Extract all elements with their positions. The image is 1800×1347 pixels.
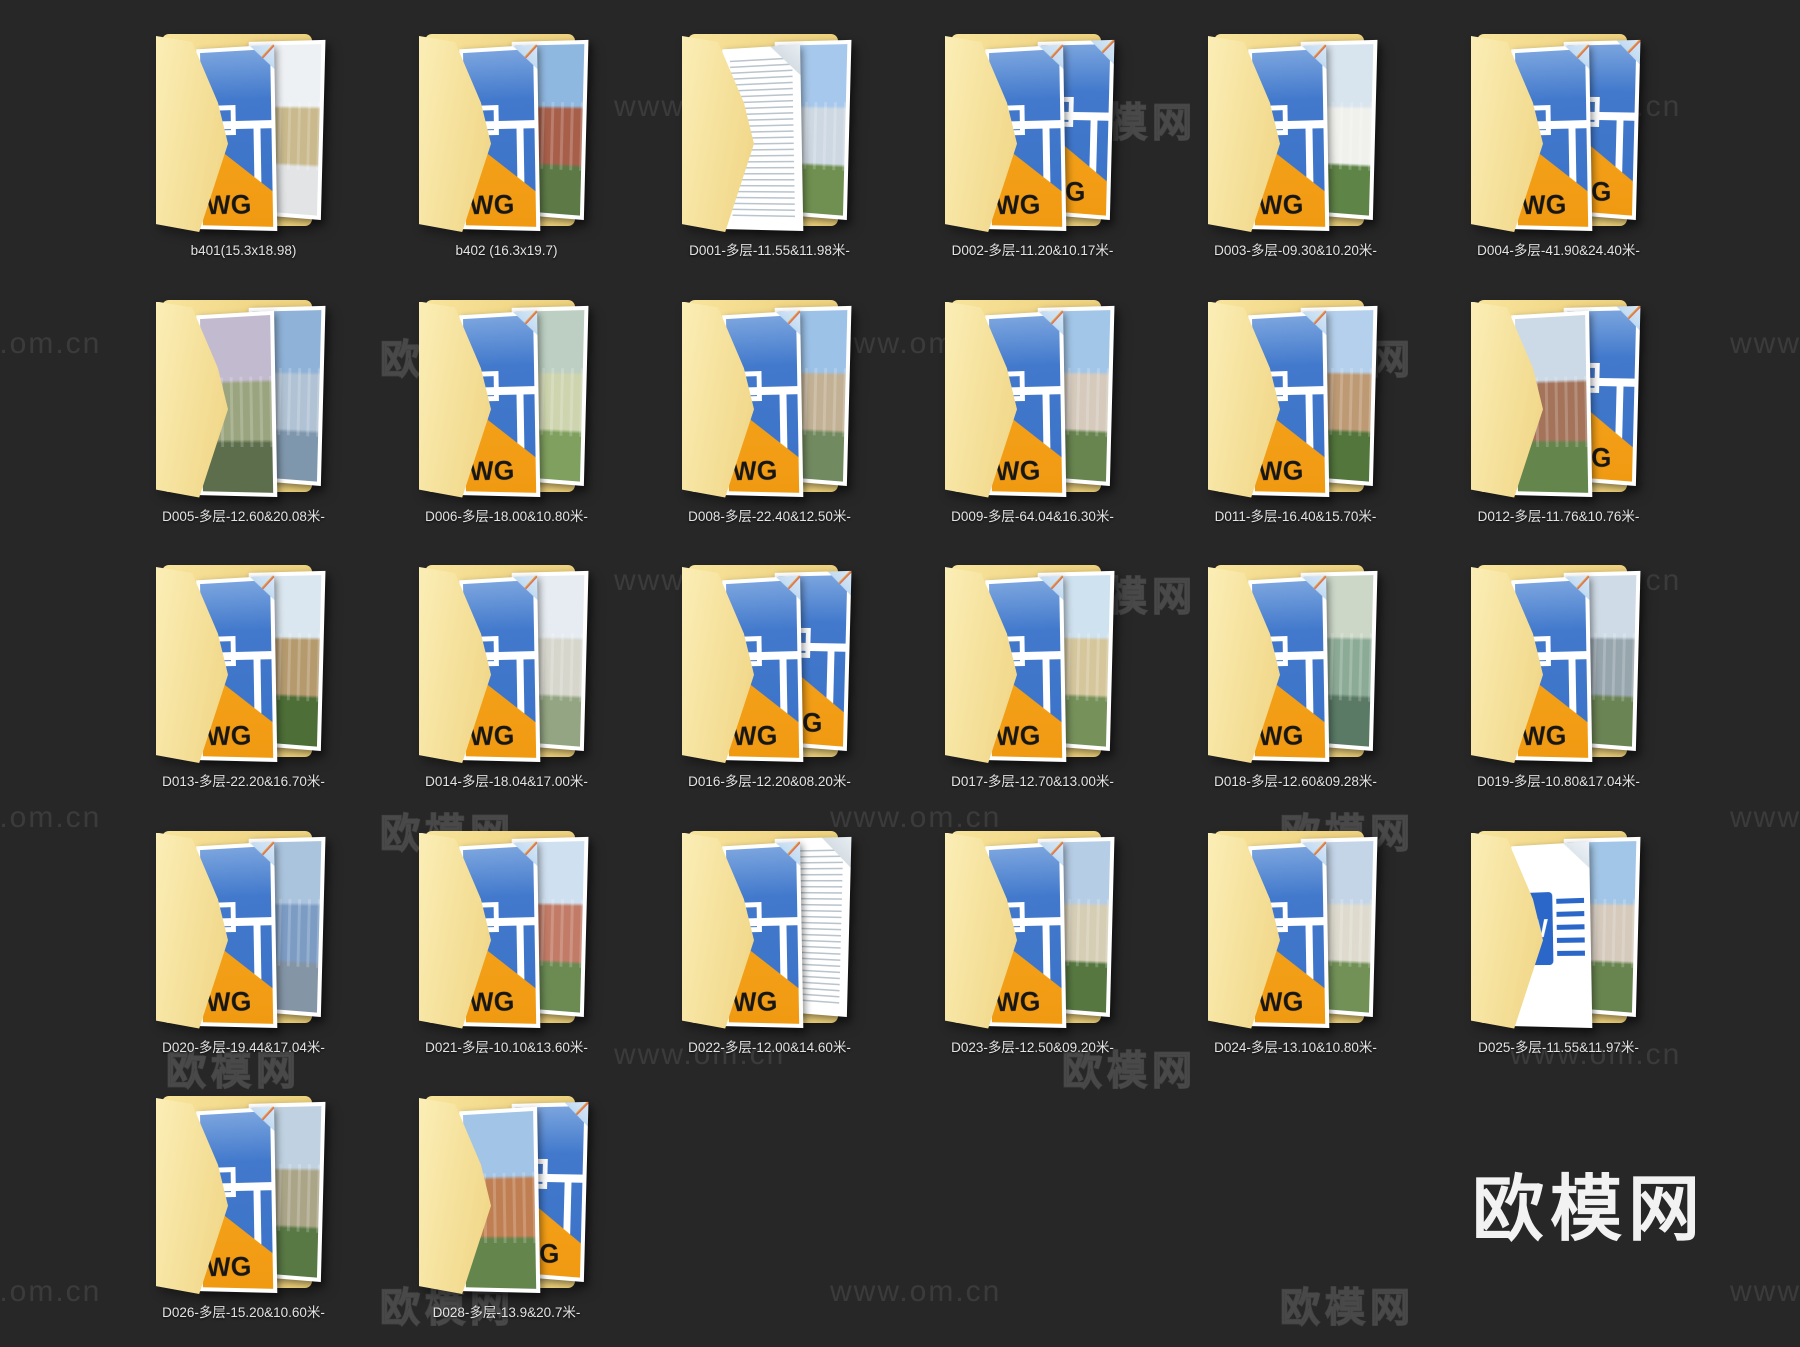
folder-icon[interactable]: WG W WG [419, 1090, 594, 1298]
folder-item-D004[interactable]: WG W WG [1427, 28, 1690, 259]
folder-item-D021[interactable]: WG W WG [375, 825, 638, 1056]
folder-icon[interactable]: WG W WG [1208, 825, 1383, 1033]
folder-item-D028[interactable]: WG W WG [375, 1090, 638, 1321]
folder-label: D011-多层-16.40&15.70米- [1214, 508, 1377, 524]
folder-icon[interactable]: WG W WG [1471, 294, 1646, 502]
folder-icon[interactable]: WG W WG [156, 559, 331, 767]
folder-item-D013[interactable]: WG W WG [112, 559, 375, 790]
folder-label: D009-多层-64.04&16.30米- [951, 508, 1114, 524]
folder-item-D023[interactable]: WG W WG [901, 825, 1164, 1056]
folder-label: D004-多层-41.90&24.40米- [1477, 243, 1640, 258]
folder-icon[interactable]: WG W WG [682, 28, 857, 236]
folder-item-D009[interactable]: WG W WG [901, 294, 1164, 525]
folder-item-D003[interactable]: WG W WG [1164, 28, 1427, 259]
folder-icon[interactable]: WG W WG [156, 28, 331, 236]
folder-label: D006-多层-18.00&10.80米- [425, 508, 588, 524]
folder-item-D011[interactable]: WG W WG [1164, 294, 1427, 525]
folder-label: D013-多层-22.20&16.70米- [162, 774, 325, 789]
folder-label: D023-多层-12.50&09.20米- [951, 1039, 1114, 1055]
folder-icon[interactable]: WG W WG [682, 559, 857, 767]
folder-item-D001[interactable]: WG W WG [638, 28, 901, 259]
folder-icon[interactable]: WG W WG [156, 1090, 331, 1298]
folder-icon[interactable]: WG W WG [945, 825, 1120, 1033]
folder-item-D025[interactable]: WG W WG [1427, 825, 1690, 1056]
folder-item-D002[interactable]: WG W WG [901, 28, 1164, 259]
folder-item-D019[interactable]: WG W WG [1427, 559, 1690, 790]
folder-label: D018-多层-12.60&09.28米- [1214, 774, 1377, 789]
folder-icon[interactable]: WG W WG [945, 294, 1120, 502]
folder-label: D017-多层-12.70&13.00米- [951, 774, 1114, 789]
folder-icon[interactable]: WG W WG [1208, 28, 1383, 236]
folder-label: D012-多层-11.76&10.76米- [1477, 508, 1640, 524]
folder-icon[interactable]: WG W WG [419, 28, 594, 236]
folder-icon[interactable]: WG W WG [419, 825, 594, 1033]
folder-item-D026[interactable]: WG W WG [112, 1090, 375, 1321]
folder-label: D001-多层-11.55&11.98米- [689, 243, 850, 258]
folder-label: D014-多层-18.04&17.00米- [425, 774, 588, 789]
folder-label: D025-多层-11.55&11.97米- [1478, 1039, 1639, 1055]
folder-icon[interactable]: WG W WG [1208, 559, 1383, 767]
folder-item-D005[interactable]: WG W WG [112, 294, 375, 525]
folder-item-b401[interactable]: WG W WG [112, 28, 375, 259]
folder-label: D019-多层-10.80&17.04米- [1477, 774, 1640, 789]
folder-item-D006[interactable]: WG W WG [375, 294, 638, 525]
folder-label: D020-多层-19.44&17.04米- [162, 1039, 325, 1055]
folder-label: D026-多层-15.20&10.60米- [162, 1305, 325, 1320]
folder-item-D022[interactable]: WG W WG [638, 825, 901, 1056]
site-logo: 欧模网 [1472, 1170, 1707, 1250]
folder-item-D008[interactable]: WG W WG [638, 294, 901, 525]
folder-icon[interactable]: WG W WG [156, 294, 331, 502]
folder-item-D016[interactable]: WG W WG [638, 559, 901, 790]
folder-item-D014[interactable]: WG W WG [375, 559, 638, 790]
folder-icon[interactable]: WG W WG [945, 28, 1120, 236]
folder-label: D016-多层-12.20&08.20米- [688, 774, 851, 789]
folder-label: D021-多层-10.10&13.60米- [425, 1039, 588, 1055]
folder-item-D020[interactable]: WG W WG [112, 825, 375, 1056]
folder-label: D028-多层-13.9&20.7米- [432, 1305, 581, 1320]
folder-label: b402 (16.3x19.7) [455, 243, 558, 258]
folder-icon[interactable]: WG W WG [1471, 28, 1646, 236]
folder-item-b402[interactable]: WG W WG [375, 28, 638, 259]
folder-icon[interactable]: WG W WG [945, 559, 1120, 767]
folder-icon[interactable]: WG W WG [682, 825, 857, 1033]
folder-icon[interactable]: WG W WG [682, 294, 857, 502]
folder-item-D024[interactable]: WG W WG [1164, 825, 1427, 1056]
folder-grid: WG W WG [0, 0, 1800, 1347]
folder-icon[interactable]: WG W WG [156, 825, 331, 1033]
folder-item-D018[interactable]: WG W WG [1164, 559, 1427, 790]
folder-icon[interactable]: WG W WG [419, 559, 594, 767]
file-explorer-view: 欧模网www.om.cn欧模网www.om.cnwww.om.cn欧模网www.… [0, 0, 1800, 1347]
folder-label: D022-多层-12.00&14.60米- [688, 1039, 851, 1055]
folder-item-D012[interactable]: WG W WG [1427, 294, 1690, 525]
folder-label: D008-多层-22.40&12.50米- [688, 508, 851, 524]
folder-label: b401(15.3x18.98) [190, 243, 297, 258]
folder-icon[interactable]: WG W WG [1208, 294, 1383, 502]
folder-label: D003-多层-09.30&10.20米- [1214, 243, 1377, 258]
folder-label: D002-多层-11.20&10.17米- [951, 243, 1114, 258]
folder-icon[interactable]: WG W WG [1471, 559, 1646, 767]
folder-label: D024-多层-13.10&10.80米- [1214, 1039, 1377, 1055]
folder-icon[interactable]: WG W WG [1471, 825, 1646, 1033]
folder-label: D005-多层-12.60&20.08米- [162, 508, 325, 524]
folder-item-D017[interactable]: WG W WG [901, 559, 1164, 790]
folder-icon[interactable]: WG W WG [419, 294, 594, 502]
